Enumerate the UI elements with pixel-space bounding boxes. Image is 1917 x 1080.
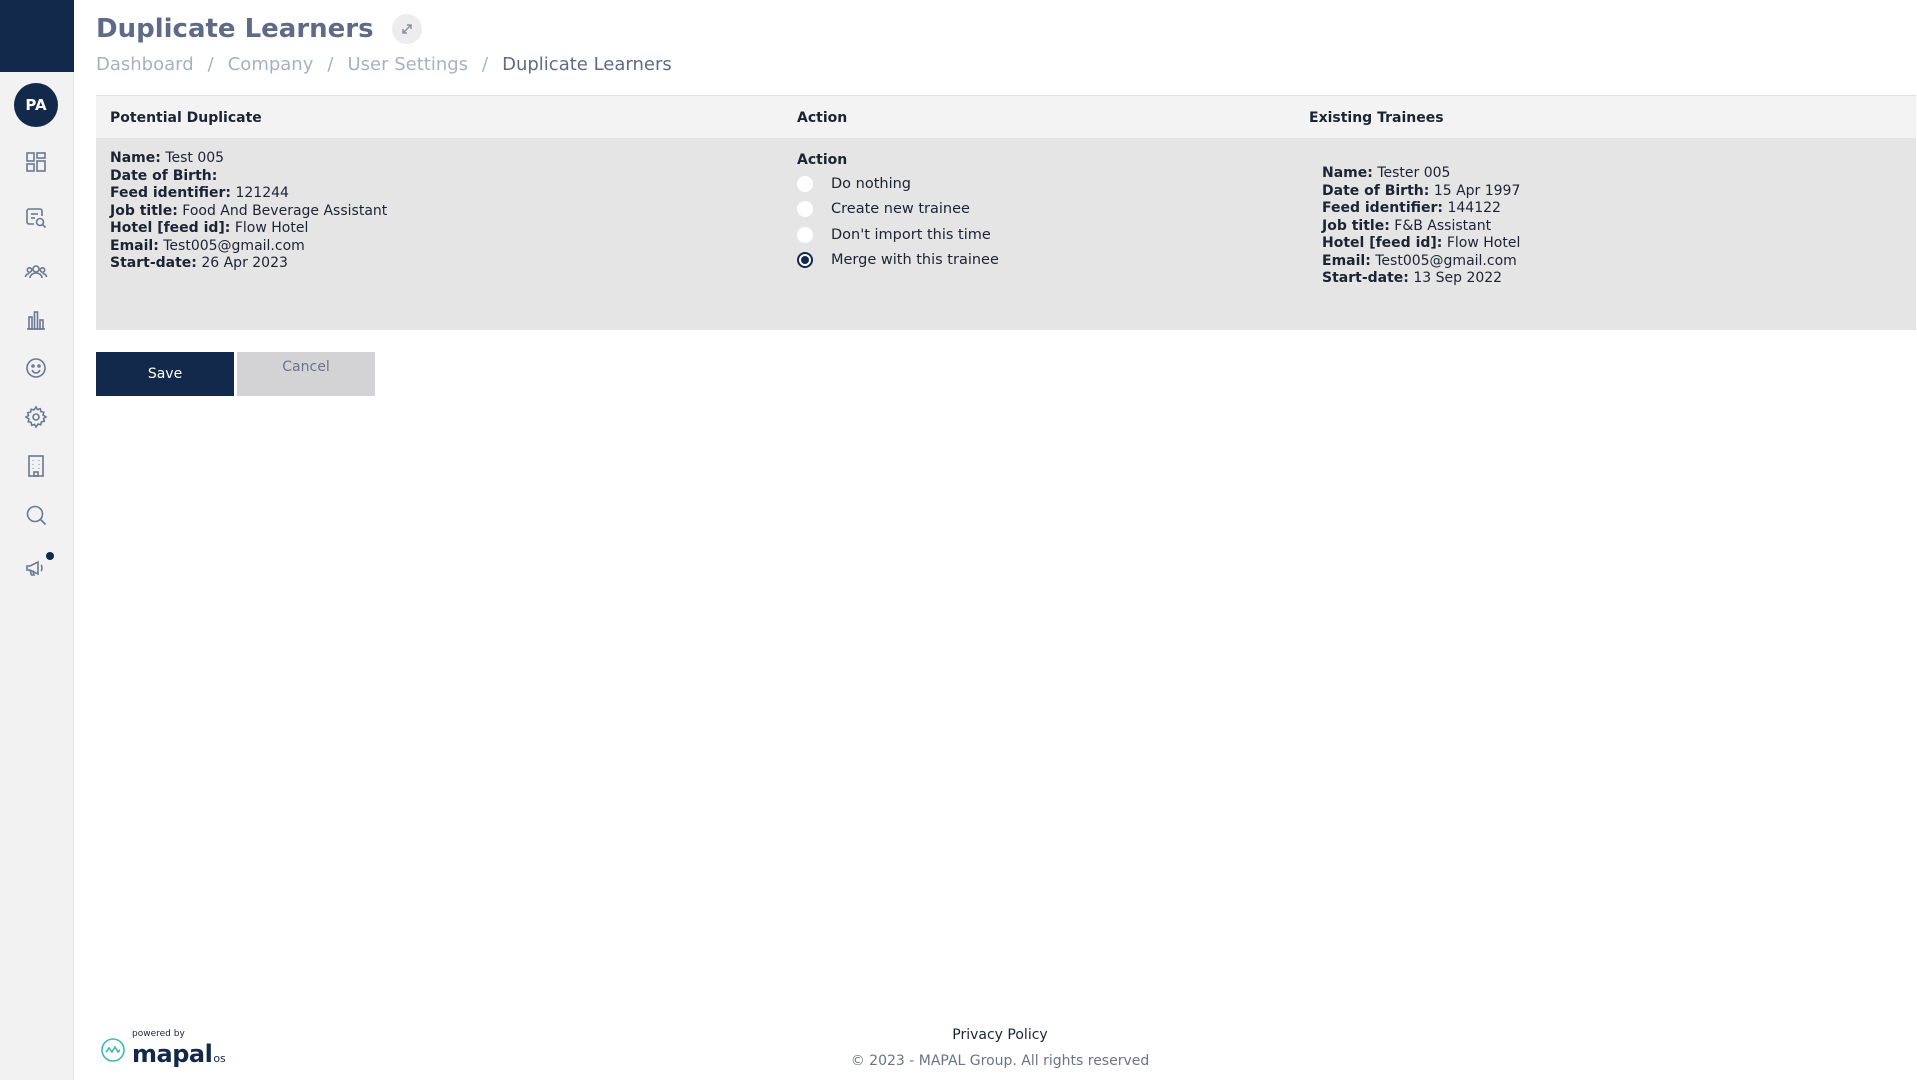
existing-feed-id: 144122 xyxy=(1447,200,1501,216)
dob-label: Date of Birth: xyxy=(1322,182,1430,199)
breadcrumb-separator: / xyxy=(482,54,489,75)
page-header: Duplicate Learners xyxy=(96,14,422,44)
radio-label: Merge with this trainee xyxy=(831,252,999,269)
name-label: Name: xyxy=(110,150,161,166)
duplicate-table: Potential Duplicate Action Existing Trai… xyxy=(96,95,1916,330)
footer: Privacy Policy © 2023 - MAPAL Group. All… xyxy=(745,1027,1255,1069)
radio-do-nothing[interactable]: Do nothing xyxy=(797,171,999,197)
email-label: Email: xyxy=(1322,252,1371,269)
column-header-action: Action xyxy=(797,110,848,126)
cancel-button[interactable]: Cancel xyxy=(237,352,375,396)
bar-chart-icon[interactable] xyxy=(22,306,50,334)
privacy-policy-link[interactable]: Privacy Policy xyxy=(952,1027,1047,1043)
table-row: Name: Test 005 Date of Birth: Feed ident… xyxy=(96,139,1916,330)
existing-dob: 15 Apr 1997 xyxy=(1433,182,1521,199)
radio-button[interactable] xyxy=(797,226,813,243)
mapal-logo: powered by mapalos xyxy=(100,1029,226,1068)
table-header: Potential Duplicate Action Existing Trai… xyxy=(96,95,1916,139)
radio-button[interactable] xyxy=(797,201,813,218)
page-title: Duplicate Learners xyxy=(96,14,374,44)
start-label: Start-date: xyxy=(110,255,197,271)
job-label: Job title: xyxy=(110,202,178,219)
radio-label: Do nothing xyxy=(831,175,912,192)
existing-trainee-details: Name: Tester 005 Date of Birth: 15 Apr 1… xyxy=(1322,165,1520,288)
expand-icon xyxy=(401,24,412,34)
radio-button[interactable] xyxy=(797,175,813,192)
radio-label: Create new trainee xyxy=(831,201,970,218)
job-label: Job title: xyxy=(1322,217,1390,234)
existing-name: Tester 005 xyxy=(1377,165,1451,181)
building-icon[interactable] xyxy=(22,452,50,480)
expand-button[interactable] xyxy=(391,14,422,44)
potential-duplicate-details: Name: Test 005 Date of Birth: Feed ident… xyxy=(110,150,387,273)
breadcrumb-current: Duplicate Learners xyxy=(502,54,672,75)
potential-feed-id: 121244 xyxy=(235,185,289,201)
potential-name: Test 005 xyxy=(165,150,225,166)
sidebar-brand-bar xyxy=(0,0,74,72)
avatar[interactable]: PA xyxy=(14,83,58,127)
feed-label: Feed identifier: xyxy=(1322,200,1444,216)
start-label: Start-date: xyxy=(1322,270,1409,286)
existing-hotel: Flow Hotel xyxy=(1446,235,1521,251)
breadcrumb-separator: / xyxy=(207,54,214,75)
feed-label: Feed identifier: xyxy=(110,185,232,201)
mapal-logo-icon xyxy=(101,1038,125,1062)
radio-merge-trainee[interactable]: Merge with this trainee xyxy=(797,248,999,274)
search-document-icon[interactable] xyxy=(22,204,50,232)
action-title: Action xyxy=(797,152,848,168)
radio-label: Don't import this time xyxy=(831,226,991,243)
existing-start-date: 13 Sep 2022 xyxy=(1413,270,1503,286)
brand-name: mapal xyxy=(132,1040,213,1068)
breadcrumb-company[interactable]: Company xyxy=(228,54,314,75)
radio-button-selected[interactable] xyxy=(797,252,813,269)
users-icon[interactable] xyxy=(22,258,50,286)
sidebar: PA xyxy=(0,0,74,1080)
name-label: Name: xyxy=(1322,165,1373,181)
column-header-potential: Potential Duplicate xyxy=(110,110,262,126)
breadcrumb-dashboard[interactable]: Dashboard xyxy=(96,54,194,75)
breadcrumb: Dashboard / Company / User Settings / Du… xyxy=(96,54,672,75)
megaphone-icon[interactable] xyxy=(22,552,54,582)
copyright-text: © 2023 - MAPAL Group. All rights reserve… xyxy=(850,1053,1150,1069)
brand-suffix: os xyxy=(213,1052,226,1065)
hotel-label: Hotel [feed id]: xyxy=(110,220,231,236)
save-button[interactable]: Save xyxy=(96,352,234,396)
hotel-label: Hotel [feed id]: xyxy=(1322,235,1443,251)
notification-dot xyxy=(46,552,54,560)
smiley-icon[interactable] xyxy=(22,354,50,382)
radio-dont-import[interactable]: Don't import this time xyxy=(797,222,999,248)
existing-job-title: F&B Assistant xyxy=(1394,217,1492,234)
dob-label: Date of Birth: xyxy=(110,167,218,184)
powered-by-text: powered by xyxy=(132,1029,185,1039)
search-icon[interactable] xyxy=(22,501,50,529)
gear-icon[interactable] xyxy=(22,403,50,431)
breadcrumb-user-settings[interactable]: User Settings xyxy=(347,54,468,75)
potential-start-date: 26 Apr 2023 xyxy=(201,255,288,271)
potential-hotel: Flow Hotel xyxy=(234,220,309,236)
existing-email: Test005@gmail.com xyxy=(1375,252,1517,269)
dashboard-icon[interactable] xyxy=(22,148,50,176)
email-label: Email: xyxy=(110,237,159,254)
radio-create-new-trainee[interactable]: Create new trainee xyxy=(797,197,999,223)
action-radio-group: Action Do nothing Create new trainee Don… xyxy=(797,152,999,273)
breadcrumb-separator: / xyxy=(327,54,334,75)
potential-job-title: Food And Beverage Assistant xyxy=(182,202,388,219)
column-header-existing: Existing Trainees xyxy=(1309,110,1444,126)
potential-email: Test005@gmail.com xyxy=(163,237,305,254)
